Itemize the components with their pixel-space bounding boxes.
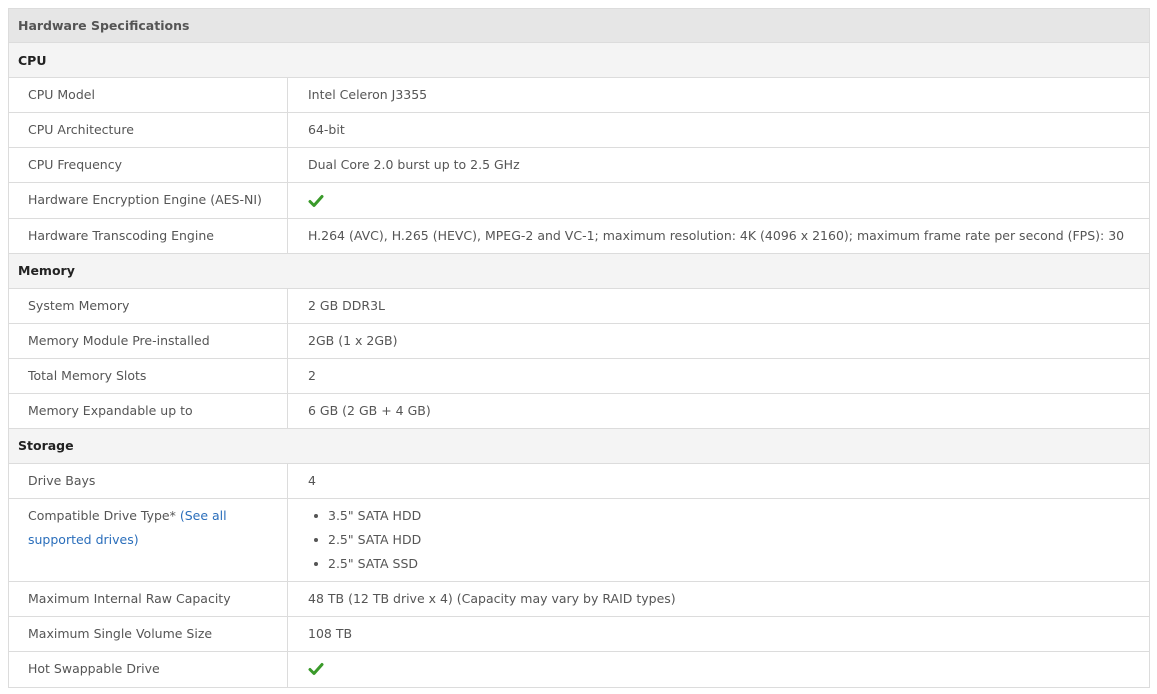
section-title-cpu: CPU bbox=[9, 43, 1149, 78]
spec-label: Compatible Drive Type* (See all supporte… bbox=[9, 498, 288, 581]
spec-value: Intel Celeron J3355 bbox=[308, 87, 428, 102]
spec-row: CPU Frequency Dual Core 2.0 burst up to … bbox=[9, 148, 1149, 183]
spec-value: 2GB (1 x 2GB) bbox=[308, 332, 398, 348]
section-title-memory: Memory bbox=[9, 253, 1149, 289]
check-icon bbox=[308, 663, 324, 675]
spec-value: 4 bbox=[308, 472, 316, 488]
list-item: 2.5" SATA SSD bbox=[308, 552, 1139, 576]
spec-label: Hot Swappable Drive bbox=[9, 651, 288, 687]
spec-value: 108 TB bbox=[308, 625, 353, 641]
spec-label: System Memory bbox=[9, 288, 288, 323]
spec-row: Memory Module Pre-installed 2GB (1 x 2GB… bbox=[9, 323, 1149, 359]
section-title-storage: Storage bbox=[9, 428, 1149, 464]
spec-row: Hardware Transcoding Engine H.264 (AVC),… bbox=[9, 218, 1149, 254]
spec-row: Drive Bays 4 bbox=[9, 463, 1149, 499]
spec-label: Drive Bays bbox=[9, 463, 288, 498]
spec-row: Memory Expandable up to 6 GB (2 GB + 4 G… bbox=[9, 393, 1149, 429]
compatible-drive-label: Compatible Drive Type* bbox=[28, 507, 176, 523]
table-title: Hardware Specifications bbox=[9, 9, 1149, 43]
spec-row: Maximum Single Volume Size 108 TB bbox=[9, 616, 1149, 652]
list-item: 2.5" SATA HDD bbox=[308, 528, 1139, 552]
spec-row: CPU Architecture 64-bit bbox=[9, 113, 1149, 148]
spec-value: Dual Core 2.0 burst up to 2.5 GHz bbox=[308, 157, 520, 172]
spec-row: Hot Swappable Drive bbox=[9, 651, 1149, 687]
spec-label: Total Memory Slots bbox=[9, 358, 288, 393]
spec-label: CPU Architecture bbox=[9, 113, 288, 147]
spec-label: Hardware Encryption Engine (AES-NI) bbox=[9, 183, 288, 218]
spec-value: 3.5" SATA HDD 2.5" SATA HDD 2.5" SATA SS… bbox=[288, 499, 1149, 581]
check-icon bbox=[308, 194, 324, 207]
spec-value bbox=[288, 652, 1149, 687]
spec-row: CPU Model Intel Celeron J3355 bbox=[9, 78, 1149, 113]
spec-row: Maximum Internal Raw Capacity 48 TB (12 … bbox=[9, 581, 1149, 617]
hardware-spec-table: Hardware Specifications CPU CPU Model In… bbox=[8, 8, 1150, 688]
spec-value: 64-bit bbox=[308, 122, 345, 137]
spec-row: Hardware Encryption Engine (AES-NI) bbox=[9, 183, 1149, 219]
spec-row: System Memory 2 GB DDR3L bbox=[9, 288, 1149, 324]
spec-label: CPU Frequency bbox=[9, 148, 288, 182]
spec-value: 48 TB (12 TB drive x 4) (Capacity may va… bbox=[308, 590, 676, 606]
spec-label: Memory Module Pre-installed bbox=[9, 323, 288, 358]
drive-type-list: 3.5" SATA HDD 2.5" SATA HDD 2.5" SATA SS… bbox=[308, 504, 1139, 576]
spec-label: Memory Expandable up to bbox=[9, 393, 288, 428]
spec-label: Hardware Transcoding Engine bbox=[9, 218, 288, 253]
spec-row: Compatible Drive Type* (See all supporte… bbox=[9, 498, 1149, 582]
spec-row: Total Memory Slots 2 bbox=[9, 358, 1149, 394]
spec-value bbox=[288, 183, 1149, 218]
spec-label: Maximum Single Volume Size bbox=[9, 616, 288, 651]
spec-value: 2 GB DDR3L bbox=[308, 297, 386, 313]
spec-value: H.264 (AVC), H.265 (HEVC), MPEG-2 and VC… bbox=[308, 227, 1125, 243]
spec-label: Maximum Internal Raw Capacity bbox=[9, 581, 288, 616]
list-item: 3.5" SATA HDD bbox=[308, 504, 1139, 528]
spec-value: 2 bbox=[308, 367, 316, 383]
spec-value: 6 GB (2 GB + 4 GB) bbox=[308, 402, 431, 418]
spec-label: CPU Model bbox=[9, 78, 288, 112]
